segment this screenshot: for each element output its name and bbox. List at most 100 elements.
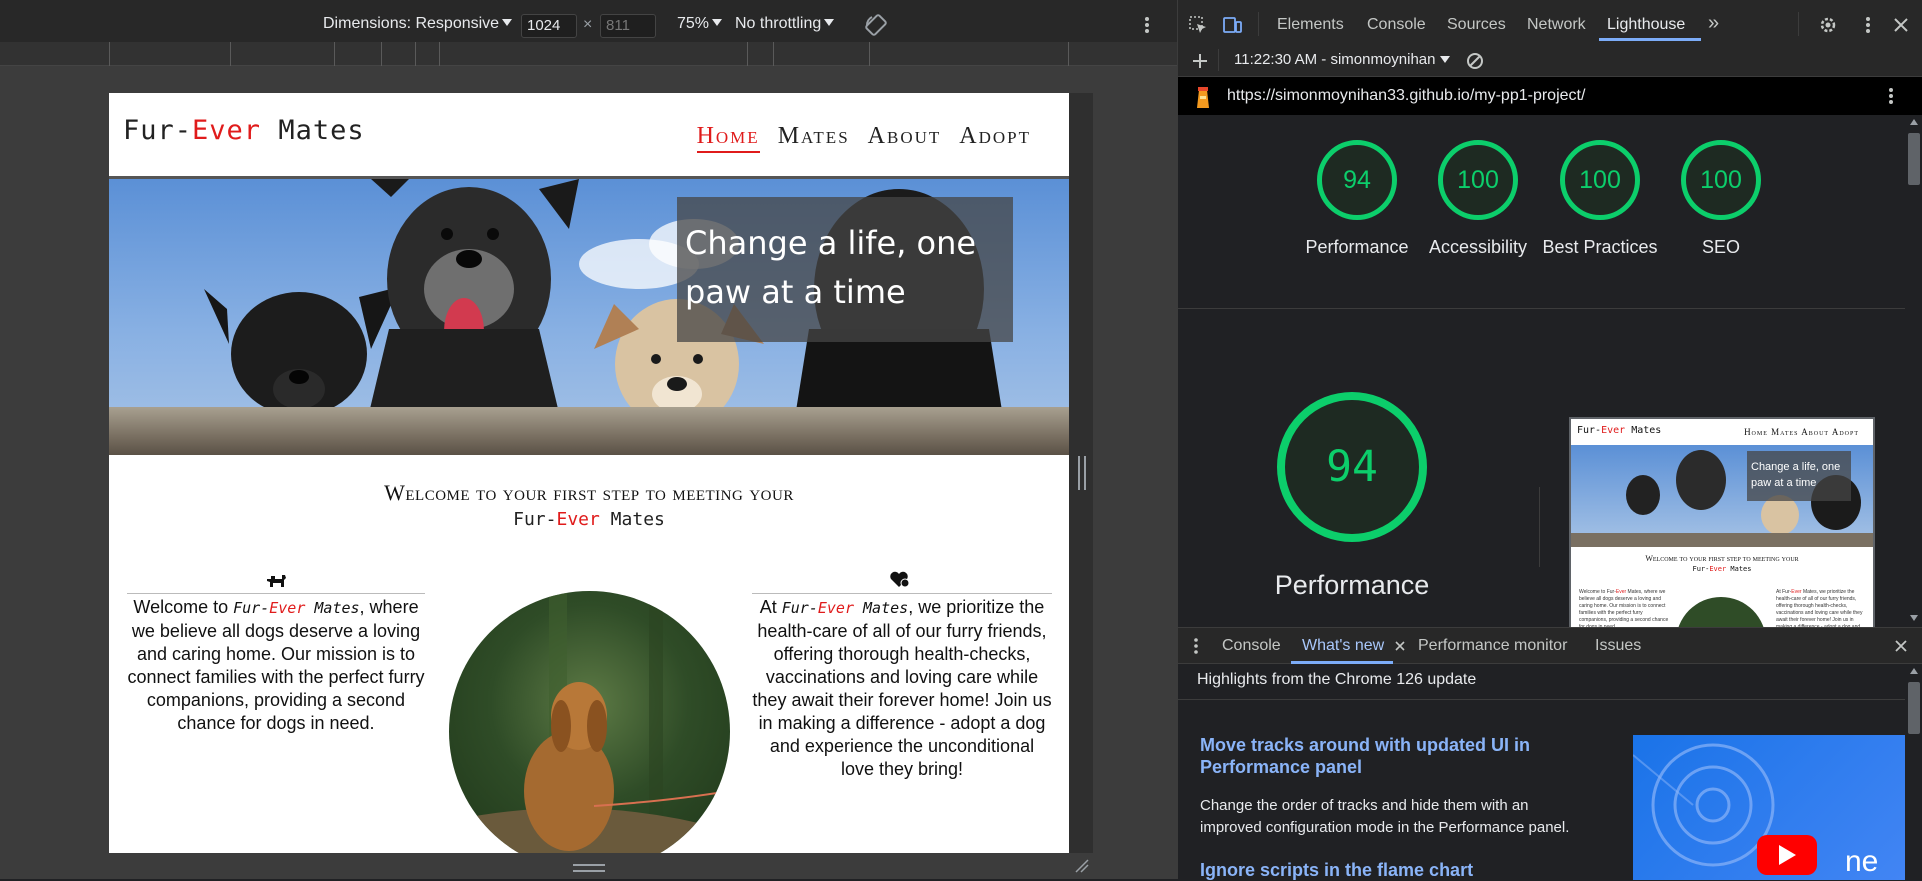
drawer-active-indicator [1291, 661, 1393, 664]
height-input[interactable]: 811 [600, 14, 656, 38]
hero-wall [109, 407, 1069, 455]
thumb-welcome: Welcome to your first step to meeting yo… [1645, 554, 1799, 563]
score-gauge-seo[interactable]: 100 [1681, 140, 1761, 220]
puppy-photo [449, 591, 730, 853]
device-emulation-pane: Dimensions: Responsive 1024 × 811 75% No… [0, 0, 1177, 879]
close-tab-icon[interactable] [1394, 640, 1406, 652]
thumb-logo: Fur-Ever Mates [1577, 425, 1662, 436]
chevron-down-icon [712, 19, 723, 26]
drawer-tab-console[interactable]: Console [1222, 637, 1281, 655]
devtools-panel: Elements Console Sources Network Lightho… [1177, 0, 1922, 881]
more-tabs-button[interactable]: » [1708, 12, 1719, 35]
site-logo[interactable]: Fur-Ever Mates [123, 115, 365, 146]
resize-corner-icon[interactable] [1074, 858, 1090, 874]
lighthouse-logo-icon [1197, 87, 1209, 108]
device-toolbar-icon[interactable] [1222, 15, 1242, 35]
report-url[interactable]: https://simonmoynihan33.github.io/my-pp1… [1227, 87, 1585, 105]
site-header: Fur-Ever Mates Home Mates About Adopt [109, 93, 1069, 179]
media-query-ruler[interactable] [0, 42, 1177, 66]
resize-handle-right[interactable] [1078, 456, 1086, 490]
chevron-down-icon [824, 19, 835, 26]
thumb-left-text: Welcome to Fur-Ever Mates, where we beli… [1579, 589, 1669, 627]
drawer-menu-icon[interactable] [1193, 637, 1199, 655]
clear-icon[interactable] [1465, 51, 1485, 71]
whats-new-item-desc: Change the order of tracks and hide them… [1200, 797, 1570, 836]
dimensions-label: Dimensions: Responsive [323, 15, 500, 32]
active-tab-indicator [1599, 38, 1701, 41]
thumb-puppy [1676, 597, 1766, 627]
report-selector[interactable]: 11:22:30 AM - simonmoynihan [1234, 51, 1446, 68]
tab-console[interactable]: Console [1367, 16, 1426, 34]
tab-network[interactable]: Network [1527, 16, 1586, 34]
plus-icon[interactable] [1190, 51, 1210, 71]
inspect-element-icon[interactable] [1188, 15, 1208, 35]
customize-devtools-icon[interactable] [1864, 15, 1872, 35]
lighthouse-toolbar: 11:22:30 AM - simonmoynihan [1178, 43, 1922, 77]
thumb-tagline: Change a life, one paw at a time [1747, 451, 1851, 501]
drawer-tab-bar: Console What's new Performance monitor I… [1178, 628, 1922, 664]
score-label-best-practices: Best Practices [1542, 237, 1658, 257]
whats-new-item-title[interactable]: Move tracks around with updated UI in Pe… [1200, 734, 1560, 778]
lighthouse-report: 94 Performance 100 Accessibility 100 Bes… [1178, 115, 1905, 627]
hero-tagline: Change a life, one paw at a time [677, 197, 1013, 342]
devtools-drawer: Console What's new Performance monitor I… [1178, 627, 1922, 881]
chevron-down-icon[interactable] [1440, 56, 1450, 63]
dimensions-dropdown[interactable]: Dimensions: Responsive [323, 15, 513, 33]
right-column-divider [752, 593, 1052, 594]
score-gauge-performance[interactable]: 94 [1317, 140, 1397, 220]
tab-lighthouse[interactable]: Lighthouse [1607, 16, 1685, 34]
score-gauge-accessibility[interactable]: 100 [1438, 140, 1518, 220]
highlights-heading: Highlights from the Chrome 126 update [1197, 671, 1477, 688]
resize-handle-bottom[interactable] [573, 864, 605, 872]
drawer-tab-performance-monitor[interactable]: Performance monitor [1418, 637, 1567, 655]
whats-new-item-title[interactable]: Ignore scripts in the flame chart [1200, 859, 1560, 881]
thumbnail-divider [1539, 487, 1540, 567]
close-icon[interactable] [1891, 15, 1911, 35]
drawer-scrollbar[interactable] [1905, 664, 1922, 880]
report-menu-icon[interactable] [1887, 86, 1895, 106]
tab-elements[interactable]: Elements [1277, 16, 1344, 34]
nav-about[interactable]: About [868, 123, 942, 149]
throttling-label: No throttling [735, 15, 822, 32]
close-drawer-icon[interactable] [1894, 639, 1908, 653]
drawer-tab-issues[interactable]: Issues [1595, 637, 1641, 655]
chevron-down-icon [502, 19, 513, 26]
nav-home[interactable]: Home [696, 123, 760, 153]
welcome-heading: Welcome to your first step to meeting yo… [384, 480, 794, 505]
left-column-divider [127, 593, 425, 594]
zoom-label: 75% [677, 15, 710, 32]
score-label-seo: SEO [1701, 237, 1740, 257]
tab-sources[interactable]: Sources [1447, 16, 1506, 34]
throttling-dropdown[interactable]: No throttling [735, 15, 835, 33]
heart-paw-icon [890, 571, 910, 588]
zoom-dropdown[interactable]: 75% [677, 15, 723, 33]
width-input[interactable]: 1024 [521, 14, 577, 38]
thumb-welcome-brand: Fur-Ever Mates [1692, 565, 1752, 573]
hero-image: Change a life, one paw at a time [109, 179, 1069, 455]
page-screenshot-thumbnail[interactable]: Fur-Ever Mates Home Mates About Adopt Ch… [1569, 417, 1875, 627]
thumb-nav: Home Mates About Adopt [1744, 427, 1859, 437]
highlights-divider [1178, 699, 1905, 700]
report-divider [1178, 308, 1905, 309]
dog-icon [267, 575, 286, 587]
nav-adopt[interactable]: Adopt [959, 123, 1031, 149]
score-gauge-best-practices[interactable]: 100 [1560, 140, 1640, 220]
site-nav: Home Mates About Adopt [687, 123, 1031, 153]
left-column-text: Welcome to Fur-Ever Mates, where we beli… [127, 597, 425, 733]
welcome-brand: Fur-Ever Mates [513, 509, 665, 530]
thumb-hero: Change a life, one paw at a time [1571, 445, 1873, 547]
lighthouse-url-bar: https://simonmoynihan33.github.io/my-pp1… [1178, 77, 1922, 115]
nav-mates[interactable]: Mates [778, 123, 850, 149]
gear-icon[interactable] [1818, 15, 1838, 35]
right-column-text: At Fur-Ever Mates, we prioritize the hea… [752, 597, 1052, 779]
thumb-right-text: At Fur-Ever Mates, we prioritize the hea… [1776, 589, 1863, 627]
video-text: ne [1845, 845, 1879, 878]
drawer-tab-whats-new[interactable]: What's new [1302, 637, 1384, 655]
rotate-icon[interactable] [864, 13, 888, 37]
emulated-viewport: Fur-Ever Mates Home Mates About Adopt Ch… [109, 93, 1069, 853]
whats-new-video-thumbnail[interactable]: ne [1633, 735, 1905, 880]
main-performance-gauge: 94 [1277, 392, 1427, 542]
more-options-icon[interactable] [1143, 15, 1151, 35]
main-performance-label: Performance [1274, 570, 1430, 600]
report-scrollbar[interactable] [1905, 115, 1922, 627]
